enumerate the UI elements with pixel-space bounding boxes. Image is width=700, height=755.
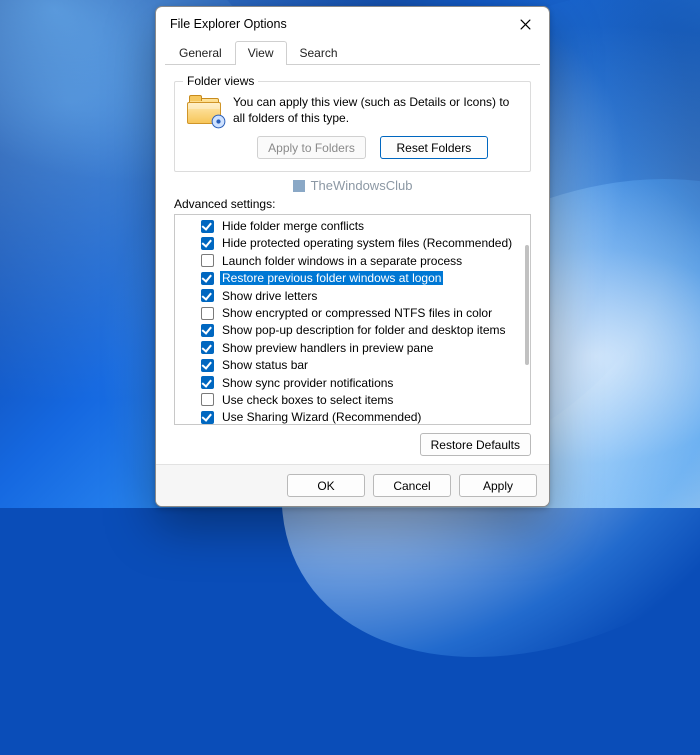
checkbox[interactable] xyxy=(201,359,214,372)
list-item-label: Use Sharing Wizard (Recommended) xyxy=(220,410,423,424)
checkbox[interactable] xyxy=(201,272,214,285)
titlebar[interactable]: File Explorer Options xyxy=(156,7,549,41)
checkbox[interactable] xyxy=(201,324,214,337)
folder-views-description: You can apply this view (such as Details… xyxy=(233,94,518,126)
tabstrip: GeneralViewSearch xyxy=(156,41,549,65)
window-title: File Explorer Options xyxy=(170,17,505,31)
ok-button[interactable]: OK xyxy=(287,474,365,497)
advanced-settings-list[interactable]: Hide folder merge conflicts Hide protecte… xyxy=(174,214,531,425)
close-button[interactable] xyxy=(505,9,545,39)
list-item-label: Use check boxes to select items xyxy=(220,393,395,407)
list-item-label: Show pop-up description for folder and d… xyxy=(220,323,508,337)
dialog-body: Folder views You can apply this view (su… xyxy=(156,65,549,464)
watermark-text: TheWindowsClub xyxy=(311,178,413,193)
list-item-label: Show preview handlers in preview pane xyxy=(220,341,435,355)
close-icon xyxy=(520,19,531,30)
gear-icon xyxy=(210,113,227,130)
folder-views-legend: Folder views xyxy=(183,74,258,88)
list-item-label: Show status bar xyxy=(220,358,310,372)
list-item[interactable]: Use check boxes to select items xyxy=(175,391,530,408)
checkbox[interactable] xyxy=(201,341,214,354)
checkbox[interactable] xyxy=(201,254,214,267)
list-item[interactable]: Show status bar xyxy=(175,357,530,374)
scrollbar-thumb[interactable] xyxy=(525,245,529,365)
tab-view[interactable]: View xyxy=(235,41,287,65)
cancel-button[interactable]: Cancel xyxy=(373,474,451,497)
tab-search[interactable]: Search xyxy=(287,41,351,65)
list-item-label: Launch folder windows in a separate proc… xyxy=(220,254,464,268)
apply-button[interactable]: Apply xyxy=(459,474,537,497)
list-item[interactable]: Restore previous folder windows at logon xyxy=(175,270,530,287)
folder-views-group: Folder views You can apply this view (su… xyxy=(174,81,531,172)
list-item[interactable]: Hide folder merge conflicts xyxy=(175,217,530,234)
list-item-label: Hide folder merge conflicts xyxy=(220,219,366,233)
list-item-label: Hide protected operating system files (R… xyxy=(220,236,514,250)
watermark-icon xyxy=(293,180,305,192)
reset-folders-button[interactable]: Reset Folders xyxy=(380,136,488,159)
list-item[interactable]: Launch folder windows in a separate proc… xyxy=(175,252,530,269)
apply-to-folders-button[interactable]: Apply to Folders xyxy=(257,136,366,159)
list-item-label: Show drive letters xyxy=(220,289,319,303)
list-item-label: Show encrypted or compressed NTFS files … xyxy=(220,306,494,320)
checkbox[interactable] xyxy=(201,289,214,302)
checkbox[interactable] xyxy=(201,411,214,424)
list-item[interactable]: Show pop-up description for folder and d… xyxy=(175,322,530,339)
list-item[interactable]: Show sync provider notifications xyxy=(175,374,530,391)
checkbox[interactable] xyxy=(201,376,214,389)
list-item-label: Show sync provider notifications xyxy=(220,376,395,390)
checkbox[interactable] xyxy=(201,237,214,250)
list-item[interactable]: Show encrypted or compressed NTFS files … xyxy=(175,304,530,321)
list-item[interactable]: Use Sharing Wizard (Recommended) xyxy=(175,409,530,425)
restore-defaults-button[interactable]: Restore Defaults xyxy=(420,433,531,456)
watermark: TheWindowsClub xyxy=(174,178,531,193)
file-explorer-options-dialog: File Explorer Options GeneralViewSearch … xyxy=(155,6,550,507)
list-item-label: Restore previous folder windows at logon xyxy=(220,271,443,285)
list-item[interactable]: Show preview handlers in preview pane xyxy=(175,339,530,356)
checkbox[interactable] xyxy=(201,393,214,406)
dialog-footer: OK Cancel Apply xyxy=(156,464,549,506)
list-item[interactable]: Show drive letters xyxy=(175,287,530,304)
tab-general[interactable]: General xyxy=(166,41,235,65)
advanced-settings-label: Advanced settings: xyxy=(174,197,531,211)
checkbox[interactable] xyxy=(201,220,214,233)
list-item[interactable]: Hide protected operating system files (R… xyxy=(175,235,530,252)
checkbox[interactable] xyxy=(201,307,214,320)
folder-options-icon xyxy=(187,96,223,126)
